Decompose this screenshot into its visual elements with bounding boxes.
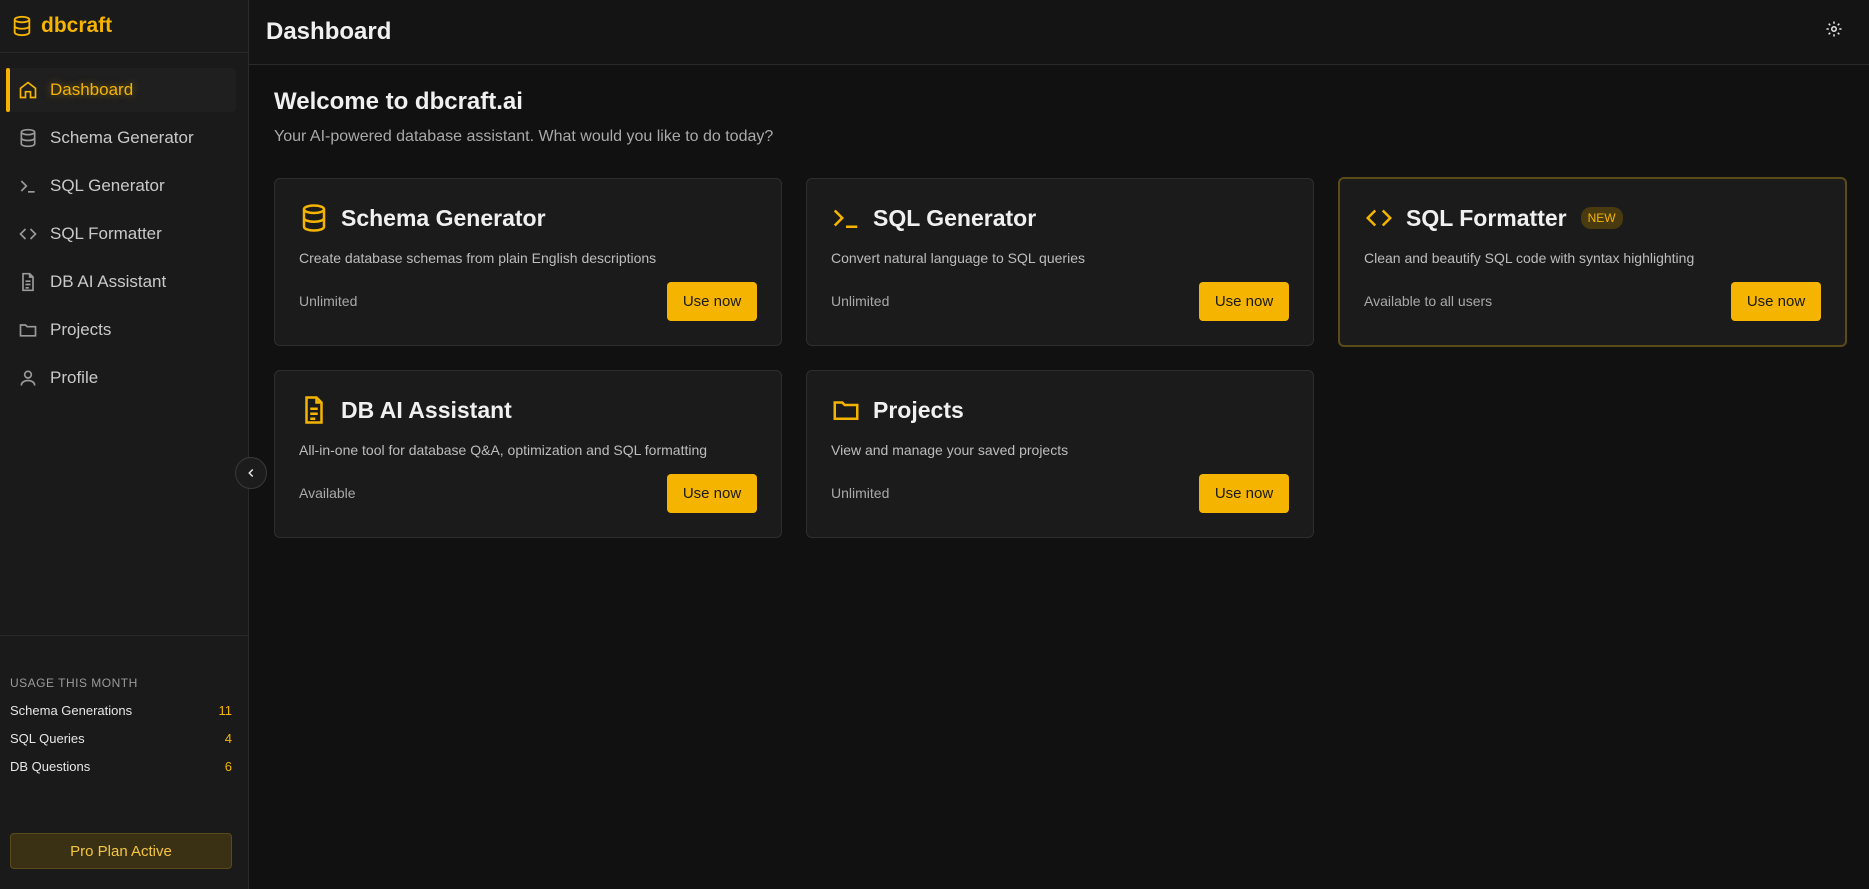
usage-label: DB Questions [10, 759, 91, 774]
sidebar-item-label: SQL Generator [50, 176, 165, 195]
sidebar-nav: Dashboard Schema Generator SQL Generator… [0, 53, 248, 400]
card-title: DB AI Assistant [341, 396, 512, 423]
use-now-button[interactable]: Use now [1199, 474, 1289, 513]
file-text-icon [305, 396, 323, 424]
code-icon [1365, 209, 1393, 227]
folder-icon [833, 401, 859, 420]
chevron-left-icon [248, 468, 254, 478]
card-status: Available to all users [1364, 293, 1493, 309]
sidebar-item-dashboard[interactable]: Dashboard [6, 68, 236, 112]
usage-label: Schema Generations [10, 703, 133, 718]
card-status: Unlimited [299, 293, 358, 309]
collapse-sidebar-button[interactable] [235, 457, 267, 489]
page-title: Dashboard [266, 18, 392, 45]
feature-card: DB AI Assistant All-in-one tool for data… [274, 370, 782, 538]
terminal-icon [833, 209, 858, 228]
card-description: Create database schemas from plain Engli… [299, 250, 657, 266]
use-now-button[interactable]: Use now [667, 282, 757, 321]
feature-card: SQL Formatter NEW Clean and beautify SQL… [1338, 177, 1847, 347]
usage-label: SQL Queries [10, 731, 85, 746]
user-icon [20, 370, 36, 386]
database-icon [13, 15, 31, 37]
sidebar-item-label: Dashboard [50, 80, 134, 99]
card-status: Available [299, 485, 356, 501]
welcome-heading: Welcome to dbcraft.ai [274, 88, 523, 115]
feature-card: Schema Generator Create database schemas… [274, 178, 782, 346]
gear-icon[interactable] [1825, 20, 1843, 38]
sidebar-item-db-ai-assistant[interactable]: DB AI Assistant [6, 260, 236, 304]
usage-panel: USAGE THIS MONTH Schema Generations 11 S… [0, 635, 248, 774]
usage-row: DB Questions 6 [0, 759, 248, 774]
usage-value: 4 [224, 731, 232, 746]
sidebar-item-label: Schema Generator [50, 128, 194, 147]
sidebar-item-label: Projects [50, 320, 112, 339]
card-title: SQL Formatter [1406, 204, 1567, 231]
use-now-button[interactable]: Use now [667, 474, 757, 513]
sidebar-item-sql-generator[interactable]: SQL Generator [6, 164, 236, 208]
usage-row: Schema Generations 11 [0, 703, 248, 718]
use-now-button[interactable]: Use now [1731, 282, 1821, 321]
card-title: Projects [873, 396, 964, 423]
sidebar-item-profile[interactable]: Profile [6, 356, 236, 400]
usage-value: 6 [224, 759, 232, 774]
card-description: Clean and beautify SQL code with syntax … [1364, 250, 1695, 266]
feature-card: SQL Generator Convert natural language t… [806, 178, 1314, 346]
top-bar: Dashboard [249, 0, 1869, 65]
card-status: Unlimited [831, 293, 890, 309]
card-title: SQL Generator [873, 204, 1037, 231]
sidebar-item-label: SQL Formatter [50, 224, 162, 243]
welcome-subtitle: Your AI-powered database assistant. What… [274, 128, 774, 145]
code-icon [19, 228, 37, 240]
file-text-icon [22, 272, 34, 292]
card-status: Unlimited [831, 485, 890, 501]
main-content: Welcome to dbcraft.ai Your AI-powered da… [274, 88, 773, 146]
database-icon [20, 128, 36, 148]
sidebar-item-sql-formatter[interactable]: SQL Formatter [6, 212, 236, 256]
usage-title: USAGE THIS MONTH [10, 676, 138, 690]
home-icon [19, 81, 37, 99]
brand[interactable]: dbcraft [0, 0, 248, 53]
pro-plan-badge[interactable]: Pro Plan Active [10, 833, 232, 869]
terminal-icon [20, 180, 35, 193]
use-now-button[interactable]: Use now [1199, 282, 1289, 321]
usage-value: 11 [218, 703, 233, 718]
card-description: All-in-one tool for database Q&A, optimi… [299, 442, 708, 458]
brand-name: dbcraft [41, 14, 113, 37]
sidebar-item-label: Profile [50, 368, 99, 387]
sidebar-item-label: DB AI Assistant [50, 272, 167, 291]
card-description: Convert natural language to SQL queries [831, 250, 1085, 266]
card-description: View and manage your saved projects [831, 442, 1069, 458]
feature-card: Projects View and manage your saved proj… [806, 370, 1314, 538]
card-title: Schema Generator [341, 204, 546, 231]
sidebar-item-schema-generator[interactable]: Schema Generator [6, 116, 236, 160]
sidebar-item-projects[interactable]: Projects [6, 308, 236, 352]
usage-row: SQL Queries 4 [0, 731, 248, 746]
database-icon [302, 204, 326, 232]
sidebar: dbcraft Dashboard Schema Generator SQL G… [0, 0, 249, 889]
folder-icon [19, 324, 37, 337]
new-badge: NEW [1580, 207, 1623, 229]
